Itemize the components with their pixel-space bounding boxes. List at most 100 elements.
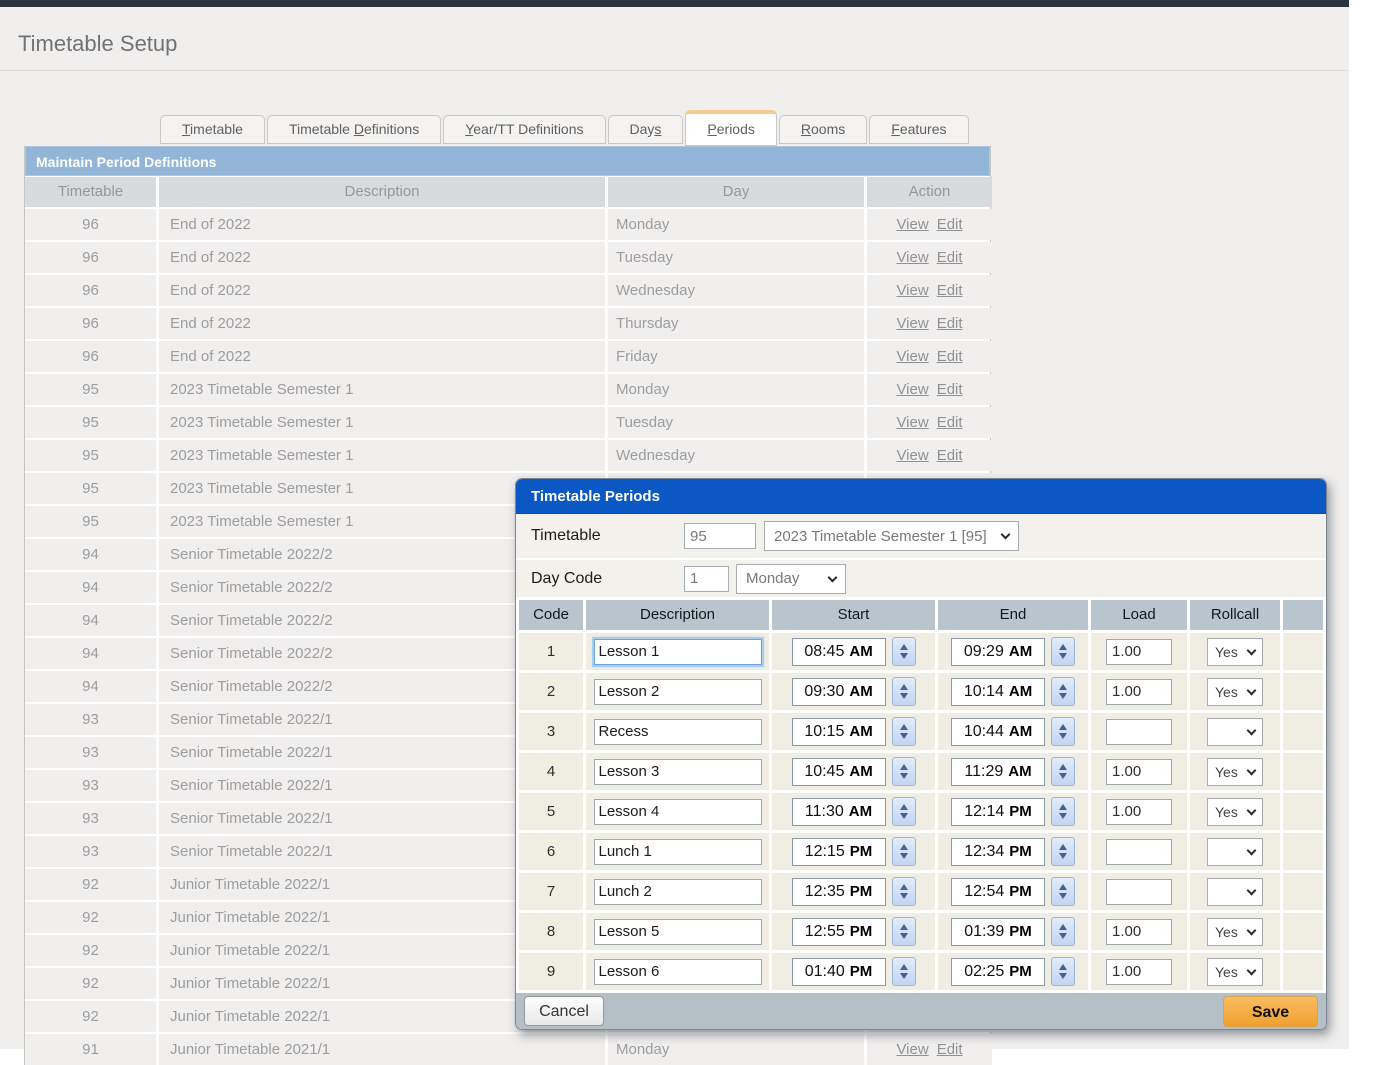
rollcall-select[interactable]: Yes: [1207, 918, 1263, 946]
edit-link[interactable]: Edit: [937, 315, 963, 332]
start-time-input[interactable]: 10:15AM: [792, 718, 886, 746]
edit-link[interactable]: Edit: [937, 414, 963, 431]
end-spinner[interactable]: [1051, 717, 1075, 746]
view-link[interactable]: View: [896, 381, 928, 398]
end-time-input[interactable]: 01:39PM: [951, 918, 1045, 946]
end-time-input[interactable]: 12:34PM: [951, 838, 1045, 866]
period-description-input[interactable]: [594, 759, 762, 785]
start-spinner[interactable]: [892, 917, 916, 946]
end-spinner[interactable]: [1051, 837, 1075, 866]
end-time-input[interactable]: 02:25PM: [951, 958, 1045, 986]
spin-down-icon: [1059, 653, 1067, 659]
rollcall-select[interactable]: Yes: [1207, 798, 1263, 826]
day-select[interactable]: Monday: [736, 564, 846, 594]
period-description-input[interactable]: [594, 799, 762, 825]
period-load-input[interactable]: [1106, 639, 1172, 665]
start-spinner[interactable]: [892, 837, 916, 866]
end-spinner[interactable]: [1051, 957, 1075, 986]
start-time-input[interactable]: 10:45AM: [792, 758, 886, 786]
end-time-input[interactable]: 09:29AM: [951, 638, 1045, 666]
start-time-input[interactable]: 11:30AM: [792, 798, 886, 826]
period-description-cell: [586, 673, 769, 710]
end-spinner[interactable]: [1051, 877, 1075, 906]
period-description-input[interactable]: [594, 919, 762, 945]
period-rollcall-cell: Yes: [1190, 953, 1280, 990]
period-load-input[interactable]: [1106, 839, 1172, 865]
rollcall-select[interactable]: Yes: [1207, 758, 1263, 786]
edit-link[interactable]: Edit: [937, 249, 963, 266]
edit-link[interactable]: Edit: [937, 282, 963, 299]
start-spinner[interactable]: [892, 677, 916, 706]
start-time-input[interactable]: 12:55PM: [792, 918, 886, 946]
timetable-select[interactable]: 2023 Timetable Semester 1 [95]: [764, 521, 1019, 551]
start-time-input[interactable]: 12:15PM: [792, 838, 886, 866]
tab-timetable[interactable]: Timetable: [160, 115, 265, 144]
end-spinner[interactable]: [1051, 757, 1075, 786]
view-link[interactable]: View: [896, 315, 928, 332]
tab-days[interactable]: Days: [608, 115, 684, 144]
tab-rooms[interactable]: Rooms: [779, 115, 867, 144]
start-time-input[interactable]: 08:45AM: [792, 638, 886, 666]
period-description-input[interactable]: [594, 879, 762, 905]
view-link[interactable]: View: [896, 249, 928, 266]
end-time-input[interactable]: 12:54PM: [951, 878, 1045, 906]
period-load-input[interactable]: [1106, 679, 1172, 705]
view-link[interactable]: View: [896, 348, 928, 365]
end-time-input[interactable]: 10:44AM: [951, 718, 1045, 746]
view-link[interactable]: View: [896, 447, 928, 464]
start-time-input[interactable]: 09:30AM: [792, 678, 886, 706]
rollcall-select[interactable]: Yes: [1207, 638, 1263, 666]
tab-timetable-definitions[interactable]: Timetable Definitions: [267, 115, 441, 144]
edit-link[interactable]: Edit: [937, 447, 963, 464]
period-description-input[interactable]: [594, 639, 762, 665]
period-load-input[interactable]: [1106, 719, 1172, 745]
cancel-button[interactable]: Cancel: [524, 996, 604, 1026]
view-link[interactable]: View: [896, 1041, 928, 1058]
start-spinner[interactable]: [892, 637, 916, 666]
rollcall-select[interactable]: [1207, 878, 1263, 906]
rollcall-select[interactable]: Yes: [1207, 678, 1263, 706]
period-description-input[interactable]: [594, 719, 762, 745]
view-link[interactable]: View: [896, 282, 928, 299]
period-load-input[interactable]: [1106, 759, 1172, 785]
start-time-input[interactable]: 01:40PM: [792, 958, 886, 986]
start-time-value: 09:30: [804, 683, 844, 701]
timetable-cell: 94: [25, 539, 156, 570]
rollcall-select[interactable]: Yes: [1207, 958, 1263, 986]
end-time-input[interactable]: 11:29AM: [951, 758, 1045, 786]
period-load-input[interactable]: [1106, 919, 1172, 945]
edit-link[interactable]: Edit: [937, 348, 963, 365]
tab-periods[interactable]: Periods: [685, 110, 776, 146]
end-spinner[interactable]: [1051, 797, 1075, 826]
end-spinner[interactable]: [1051, 917, 1075, 946]
period-load-cell: [1091, 753, 1187, 790]
tab-features[interactable]: Features: [869, 115, 968, 144]
end-spinner[interactable]: [1051, 637, 1075, 666]
start-spinner[interactable]: [892, 877, 916, 906]
rollcall-select[interactable]: [1207, 718, 1263, 746]
end-time-input[interactable]: 10:14AM: [951, 678, 1045, 706]
timetable-code-input[interactable]: [684, 523, 756, 549]
start-spinner[interactable]: [892, 717, 916, 746]
period-description-input[interactable]: [594, 839, 762, 865]
tab-year-tt-definitions[interactable]: Year/TT Definitions: [443, 115, 605, 144]
edit-link[interactable]: Edit: [937, 216, 963, 233]
save-button[interactable]: Save: [1223, 996, 1318, 1027]
period-load-input[interactable]: [1106, 879, 1172, 905]
view-link[interactable]: View: [896, 216, 928, 233]
end-spinner[interactable]: [1051, 677, 1075, 706]
end-time-input[interactable]: 12:14PM: [951, 798, 1045, 826]
edit-link[interactable]: Edit: [937, 1041, 963, 1058]
period-load-input[interactable]: [1106, 959, 1172, 985]
period-load-input[interactable]: [1106, 799, 1172, 825]
start-spinner[interactable]: [892, 757, 916, 786]
start-spinner[interactable]: [892, 797, 916, 826]
view-link[interactable]: View: [896, 414, 928, 431]
start-spinner[interactable]: [892, 957, 916, 986]
period-description-input[interactable]: [594, 959, 762, 985]
start-time-input[interactable]: 12:35PM: [792, 878, 886, 906]
period-description-input[interactable]: [594, 679, 762, 705]
rollcall-select[interactable]: [1207, 838, 1263, 866]
edit-link[interactable]: Edit: [937, 381, 963, 398]
day-code-input[interactable]: [684, 566, 729, 592]
